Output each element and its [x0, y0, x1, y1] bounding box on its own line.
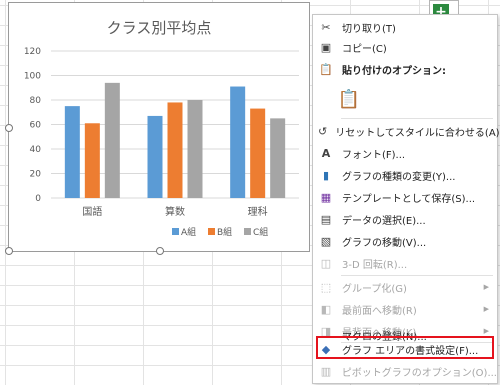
menu-item-move-chart[interactable]: ▧ グラフの移動(V)...: [313, 231, 497, 251]
legend-swatch: [208, 228, 215, 235]
menu-item-pivot-options[interactable]: ▥ ピボットグラフのオプション(O)...: [313, 361, 497, 381]
bar-A組-算数[interactable]: [147, 115, 163, 198]
y-tick-label: 40: [30, 145, 42, 155]
menu-item-select-data[interactable]: ▤ データの選択(E)...: [313, 209, 497, 229]
x-category-label: 算数: [165, 205, 185, 218]
y-tick-label: 120: [24, 47, 41, 57]
paste-icon: 📋: [319, 62, 333, 76]
paste-options-header: 📋 貼り付けのオプション:: [319, 62, 446, 77]
context-menu: ✂ 切り取り(T) ▣ コピー(C) 📋 貼り付けのオプション: 📋 ↺ リセッ…: [312, 14, 500, 384]
bar-A組-国語[interactable]: [64, 106, 80, 198]
menu-item-group[interactable]: ⬚ グループ化(G) ▶: [313, 277, 497, 297]
reset-icon: ↺: [318, 124, 328, 138]
select-data-icon: ▤: [320, 212, 332, 226]
legend-swatch: [244, 228, 251, 235]
bar-C組-算数[interactable]: [187, 100, 203, 198]
y-ticks: 0 20 40 60 80 100 120: [24, 47, 41, 204]
legend-label: C組: [253, 226, 268, 238]
menu-item-3d-rotation[interactable]: ◫ 3-D 回転(R)...: [313, 253, 497, 273]
bar-A組-理科[interactable]: [230, 86, 246, 198]
bar-chart: クラス別平均点 0 20 40 60 80 100 120 国語 算数 理科 A組 B組 C組: [24, 19, 299, 238]
menu-item-copy[interactable]: ▣ コピー(C): [313, 37, 497, 57]
paste-button[interactable]: 📋: [313, 83, 497, 115]
highlight-box: [316, 336, 494, 359]
x-category-label: 理科: [248, 205, 268, 218]
bar-B組-国語[interactable]: [84, 123, 100, 198]
bar-B組-理科[interactable]: [250, 108, 266, 198]
menu-item-cut[interactable]: ✂ 切り取り(T): [313, 17, 497, 37]
menu-item-change-chart-type[interactable]: ▮ グラフの種類の変更(Y)...: [313, 165, 497, 185]
y-tick-label: 0: [35, 194, 41, 204]
menu-item-bring-to-front[interactable]: ◧ 最前面へ移動(R) ▶: [313, 299, 497, 319]
bar-B組-算数[interactable]: [167, 102, 183, 198]
font-icon: A: [321, 146, 331, 160]
clipboard-icon: 📋: [337, 88, 361, 110]
resize-handle-left-mid[interactable]: [5, 124, 13, 132]
chart-title[interactable]: クラス別平均点: [107, 19, 212, 37]
bring-front-icon: ◧: [320, 302, 332, 316]
separator: [341, 118, 493, 119]
y-tick-label: 20: [30, 170, 42, 180]
submenu-arrow-icon: ▶: [483, 283, 489, 291]
y-tick-label: 100: [24, 72, 41, 82]
separator: [341, 275, 493, 276]
submenu-arrow-icon: ▶: [483, 305, 489, 313]
menu-item-font[interactable]: A フォント(F)...: [313, 143, 497, 163]
chart-area[interactable]: クラス別平均点 0 20 40 60 80 100 120 国語 算数 理科 A組 B組 C組: [5, 2, 310, 255]
chart-type-icon: ▮: [322, 168, 330, 182]
move-chart-icon: ▧: [320, 234, 332, 248]
x-category-label: 国語: [82, 205, 102, 218]
menu-item-reset-style[interactable]: ↺ リセットしてスタイルに合わせる(A): [313, 121, 500, 141]
template-icon: ▦: [320, 190, 332, 204]
pivot-icon: ▥: [320, 364, 332, 378]
legend: A組 B組 C組: [172, 226, 268, 238]
y-tick-label: 80: [30, 96, 42, 106]
legend-label: B組: [217, 226, 232, 238]
group-icon: ⬚: [320, 280, 332, 294]
menu-item-save-template[interactable]: ▦ テンプレートとして保存(S)...: [313, 187, 497, 207]
legend-label: A組: [181, 226, 196, 238]
resize-handle-bottom-mid[interactable]: [156, 247, 164, 255]
y-tick-label: 60: [30, 121, 42, 131]
x-categories: 国語 算数 理科: [82, 205, 267, 218]
3d-rotation-icon: ◫: [320, 256, 332, 270]
copy-icon: ▣: [320, 40, 332, 54]
legend-swatch: [172, 228, 179, 235]
bar-C組-国語[interactable]: [104, 82, 120, 198]
resize-handle-bottom-left[interactable]: [5, 247, 13, 255]
scissors-icon: ✂: [321, 20, 331, 34]
bar-C組-理科[interactable]: [270, 118, 286, 198]
